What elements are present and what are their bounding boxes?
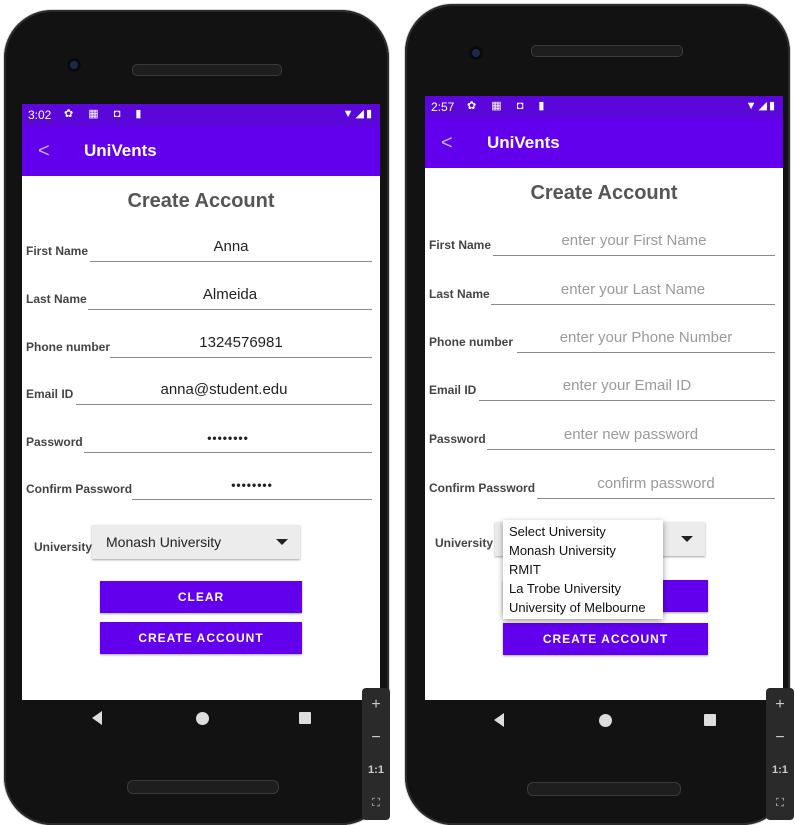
zoom-in-button[interactable]: +: [362, 688, 390, 721]
confirm-password-input[interactable]: ••••••••: [132, 473, 372, 500]
app-title: UniVents: [84, 141, 157, 160]
status-signal-battery-icons: ▼◢▮: [745, 100, 777, 112]
front-camera: [67, 58, 81, 72]
app-bar: < UniVents: [22, 126, 380, 176]
top-speaker: [132, 64, 282, 76]
create-account-button[interactable]: CREATE ACCOUNT: [100, 622, 302, 654]
password-row: Password enter new password: [425, 418, 783, 450]
first-name-row: First Name enter your First Name: [425, 224, 783, 256]
email-label: Email ID: [429, 383, 477, 397]
dropdown-option[interactable]: University of Melbourne: [503, 598, 663, 617]
email-row: Email ID enter your Email ID: [425, 369, 783, 401]
phone-number-row: Phone number enter your Phone Number: [425, 321, 783, 353]
bottom-speaker: [127, 780, 279, 794]
first-name-row: First Name Anna: [22, 230, 380, 262]
last-name-input[interactable]: enter your Last Name: [491, 278, 775, 305]
nav-recents-icon[interactable]: [299, 712, 311, 724]
phone-number-label: Phone number: [429, 335, 514, 349]
create-account-button[interactable]: CREATE ACCOUNT: [503, 623, 708, 655]
status-time: 2:57: [431, 100, 455, 114]
left-screen: 3:02 ✿ ▦ ◘ ▮ ▼◢▮ < UniVents Create Accou…: [22, 104, 380, 700]
university-label: University: [34, 540, 93, 554]
email-input[interactable]: enter your Email ID: [479, 374, 775, 401]
status-notification-icons: ✿ ▦ ◘ ▮: [467, 100, 551, 112]
university-spinner[interactable]: Monash University: [92, 525, 300, 559]
zoom-out-button[interactable]: −: [362, 721, 390, 754]
status-time: 3:02: [28, 108, 52, 122]
status-bar: 3:02 ✿ ▦ ◘ ▮ ▼◢▮: [22, 104, 380, 126]
left-zoom-toolbar: + − 1:1 ⛶: [362, 688, 390, 820]
confirm-password-label: Confirm Password: [429, 481, 536, 495]
password-input[interactable]: ••••••••: [84, 426, 372, 453]
password-label: Password: [429, 432, 486, 446]
first-name-label: First Name: [429, 238, 492, 252]
status-notification-icons: ✿ ▦ ◘ ▮: [64, 108, 148, 120]
first-name-input[interactable]: enter your First Name: [493, 229, 775, 256]
university-label: University: [435, 536, 494, 550]
right-zoom-toolbar: + − 1:1 ⛶: [766, 688, 794, 820]
last-name-label: Last Name: [26, 292, 87, 306]
dropdown-caret-icon: [681, 536, 693, 542]
clear-button[interactable]: CLEAR: [100, 581, 302, 613]
nav-home-icon[interactable]: [599, 714, 612, 727]
zoom-fit-button[interactable]: ⛶: [362, 787, 390, 820]
back-arrow-icon[interactable]: <: [441, 132, 453, 155]
first-name-label: First Name: [26, 244, 89, 258]
bottom-speaker: [527, 782, 681, 796]
dropdown-option[interactable]: RMIT: [503, 560, 663, 579]
last-name-row: Last Name enter your Last Name: [425, 273, 783, 305]
last-name-input[interactable]: Almeida: [88, 283, 372, 310]
password-label: Password: [26, 435, 83, 449]
nav-back-icon[interactable]: [92, 711, 102, 725]
dropdown-option[interactable]: Monash University: [503, 541, 663, 560]
university-dropdown-list: Select University Monash University RMIT…: [503, 520, 663, 619]
password-input[interactable]: enter new password: [487, 423, 775, 450]
page-title: Create Account: [127, 190, 275, 212]
email-row: Email ID anna@student.edu: [22, 373, 380, 405]
nav-home-icon[interactable]: [196, 712, 209, 725]
email-label: Email ID: [26, 387, 74, 401]
confirm-password-row: Confirm Password confirm password: [425, 467, 783, 499]
zoom-out-button[interactable]: −: [766, 721, 794, 754]
confirm-password-label: Confirm Password: [26, 482, 133, 496]
dropdown-caret-icon: [276, 539, 288, 545]
right-screen: 2:57 ✿ ▦ ◘ ▮ ▼◢▮ < UniVents Create Accou…: [425, 96, 783, 700]
last-name-label: Last Name: [429, 287, 490, 301]
password-row: Password ••••••••: [22, 421, 380, 453]
zoom-one-to-one-button[interactable]: 1:1: [766, 754, 794, 787]
status-bar: 2:57 ✿ ▦ ◘ ▮ ▼◢▮: [425, 96, 783, 118]
front-camera: [469, 46, 483, 60]
zoom-one-to-one-button[interactable]: 1:1: [362, 754, 390, 787]
app-bar: < UniVents: [425, 118, 783, 168]
dropdown-option[interactable]: La Trobe University: [503, 579, 663, 598]
confirm-password-row: Confirm Password ••••••••: [22, 468, 380, 500]
phone-number-input[interactable]: enter your Phone Number: [517, 326, 775, 353]
zoom-in-button[interactable]: +: [766, 688, 794, 721]
page-title: Create Account: [530, 182, 678, 204]
status-signal-battery-icons: ▼◢▮: [342, 108, 374, 120]
phone-number-input[interactable]: 1324576981: [110, 331, 372, 358]
last-name-row: Last Name Almeida: [22, 278, 380, 310]
dropdown-option[interactable]: Select University: [503, 522, 663, 541]
phone-number-label: Phone number: [26, 340, 111, 354]
nav-back-icon[interactable]: [494, 713, 504, 727]
back-arrow-icon[interactable]: <: [38, 140, 50, 163]
top-speaker: [531, 45, 683, 57]
app-title: UniVents: [487, 133, 560, 152]
zoom-fit-button[interactable]: ⛶: [766, 787, 794, 820]
first-name-input[interactable]: Anna: [90, 235, 372, 262]
phone-number-row: Phone number 1324576981: [22, 326, 380, 358]
confirm-password-input[interactable]: confirm password: [537, 472, 775, 499]
university-selected-value: Monash University: [106, 534, 222, 550]
email-input[interactable]: anna@student.edu: [76, 378, 372, 405]
nav-recents-icon[interactable]: [704, 714, 716, 726]
